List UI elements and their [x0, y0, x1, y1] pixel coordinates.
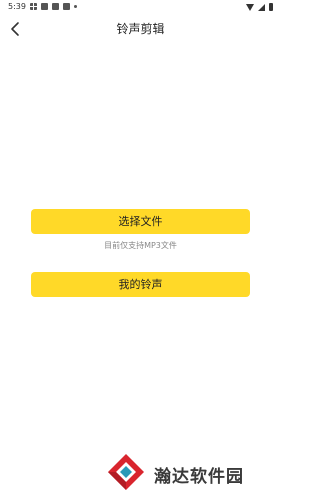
grid-icon: [30, 3, 37, 10]
mp3-only-hint: 目前仅支持MP3文件: [104, 241, 177, 250]
status-time: 5:39: [8, 2, 26, 11]
app-icon: [41, 3, 48, 10]
select-file-button[interactable]: 选择文件: [31, 209, 250, 234]
app-icon: [52, 3, 59, 10]
my-ringtones-button[interactable]: 我的铃声: [31, 272, 250, 297]
signal-icon: [258, 3, 265, 11]
dot-icon: [74, 5, 77, 8]
app-screen: 5:39 铃声剪辑 选择文件 目前仅支持MP3文件 我的铃声 瀚达软件园: [0, 0, 281, 500]
status-system-icons: [246, 3, 273, 11]
watermark-logo-icon: [108, 454, 144, 490]
header-bar: 铃声剪辑: [0, 14, 281, 44]
status-notification-icons: [30, 3, 77, 10]
page-title: 铃声剪辑: [116, 22, 165, 36]
watermark-text: 瀚达软件园: [154, 467, 244, 487]
wifi-icon: [246, 3, 254, 11]
app-icon: [63, 3, 70, 10]
battery-icon: [269, 3, 273, 11]
status-bar: 5:39: [0, 0, 281, 14]
watermark: 瀚达软件园: [104, 450, 279, 494]
